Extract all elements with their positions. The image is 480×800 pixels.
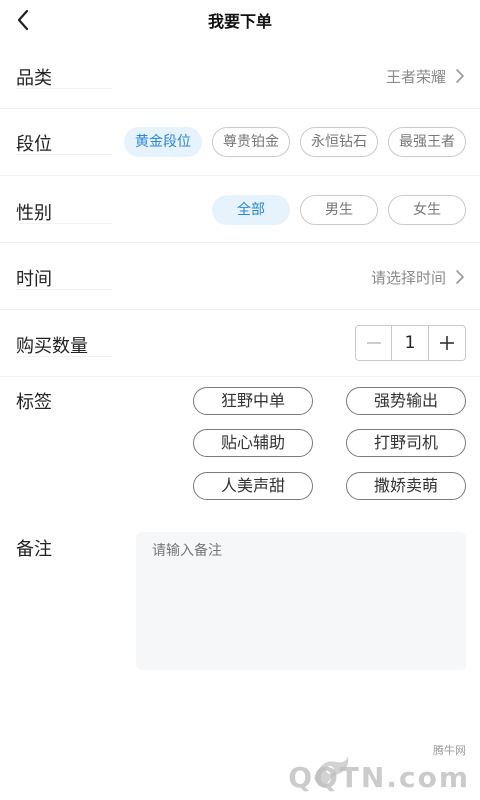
remark-label: 备注 — [16, 539, 52, 560]
label-underline — [16, 356, 112, 357]
category-value[interactable]: 王者荣耀 — [386, 66, 446, 87]
label-underline — [16, 88, 112, 89]
rank-option-platinum[interactable]: 尊贵铂金 — [212, 127, 290, 157]
quantity-value[interactable]: 1 — [392, 326, 429, 360]
category-label: 品类 — [16, 68, 52, 89]
watermark-small-text: 腾牛网 — [433, 744, 466, 757]
plus-icon — [439, 336, 454, 350]
rank-option-gold[interactable]: 黄金段位 — [124, 127, 202, 157]
rank-option-king[interactable]: 最强王者 — [388, 127, 466, 157]
gender-option-male[interactable]: 男生 — [300, 195, 378, 225]
watermark: 腾牛网 QQTN.com — [260, 740, 470, 796]
remark-input[interactable]: 请输入备注 — [136, 532, 466, 670]
time-row[interactable]: 时间 请选择时间 — [0, 242, 480, 309]
tag-item[interactable]: 贴心辅助 — [193, 429, 313, 457]
time-label: 时间 — [16, 269, 52, 290]
gender-option-all[interactable]: 全部 — [212, 195, 290, 225]
label-underline — [16, 289, 112, 290]
tags-label: 标签 — [16, 392, 52, 413]
chevron-right-icon — [456, 69, 464, 83]
tag-item[interactable]: 强势输出 — [346, 387, 466, 415]
gender-label: 性别 — [16, 203, 52, 224]
rank-label: 段位 — [16, 134, 52, 155]
time-picker[interactable]: 请选择时间 — [371, 267, 446, 288]
increase-button[interactable] — [429, 326, 465, 360]
top-bar: 我要下单 — [0, 0, 480, 40]
rank-row: 段位 黄金段位 尊贵铂金 永恒钻石 最强王者 — [0, 108, 480, 175]
remark-placeholder: 请输入备注 — [152, 543, 222, 559]
watermark-brand: QQTN.com — [288, 761, 470, 794]
tag-item[interactable]: 人美声甜 — [193, 472, 313, 500]
gender-row: 性别 全部 男生 女生 — [0, 175, 480, 242]
quantity-label: 购买数量 — [16, 336, 88, 357]
tag-item[interactable]: 打野司机 — [346, 429, 466, 457]
category-row[interactable]: 品类 王者荣耀 — [0, 40, 480, 108]
gender-option-female[interactable]: 女生 — [388, 195, 466, 225]
label-underline — [16, 154, 112, 155]
rank-option-diamond[interactable]: 永恒钻石 — [300, 127, 378, 157]
divider — [0, 376, 480, 377]
decrease-button[interactable] — [356, 326, 393, 360]
minus-icon — [366, 342, 381, 344]
quantity-stepper[interactable]: 1 — [355, 325, 466, 361]
label-underline — [16, 223, 112, 224]
tag-item[interactable]: 狂野中单 — [193, 387, 313, 415]
page-title: 我要下单 — [207, 12, 272, 31]
tag-item[interactable]: 撒娇卖萌 — [346, 472, 466, 500]
chevron-right-icon — [456, 270, 464, 284]
